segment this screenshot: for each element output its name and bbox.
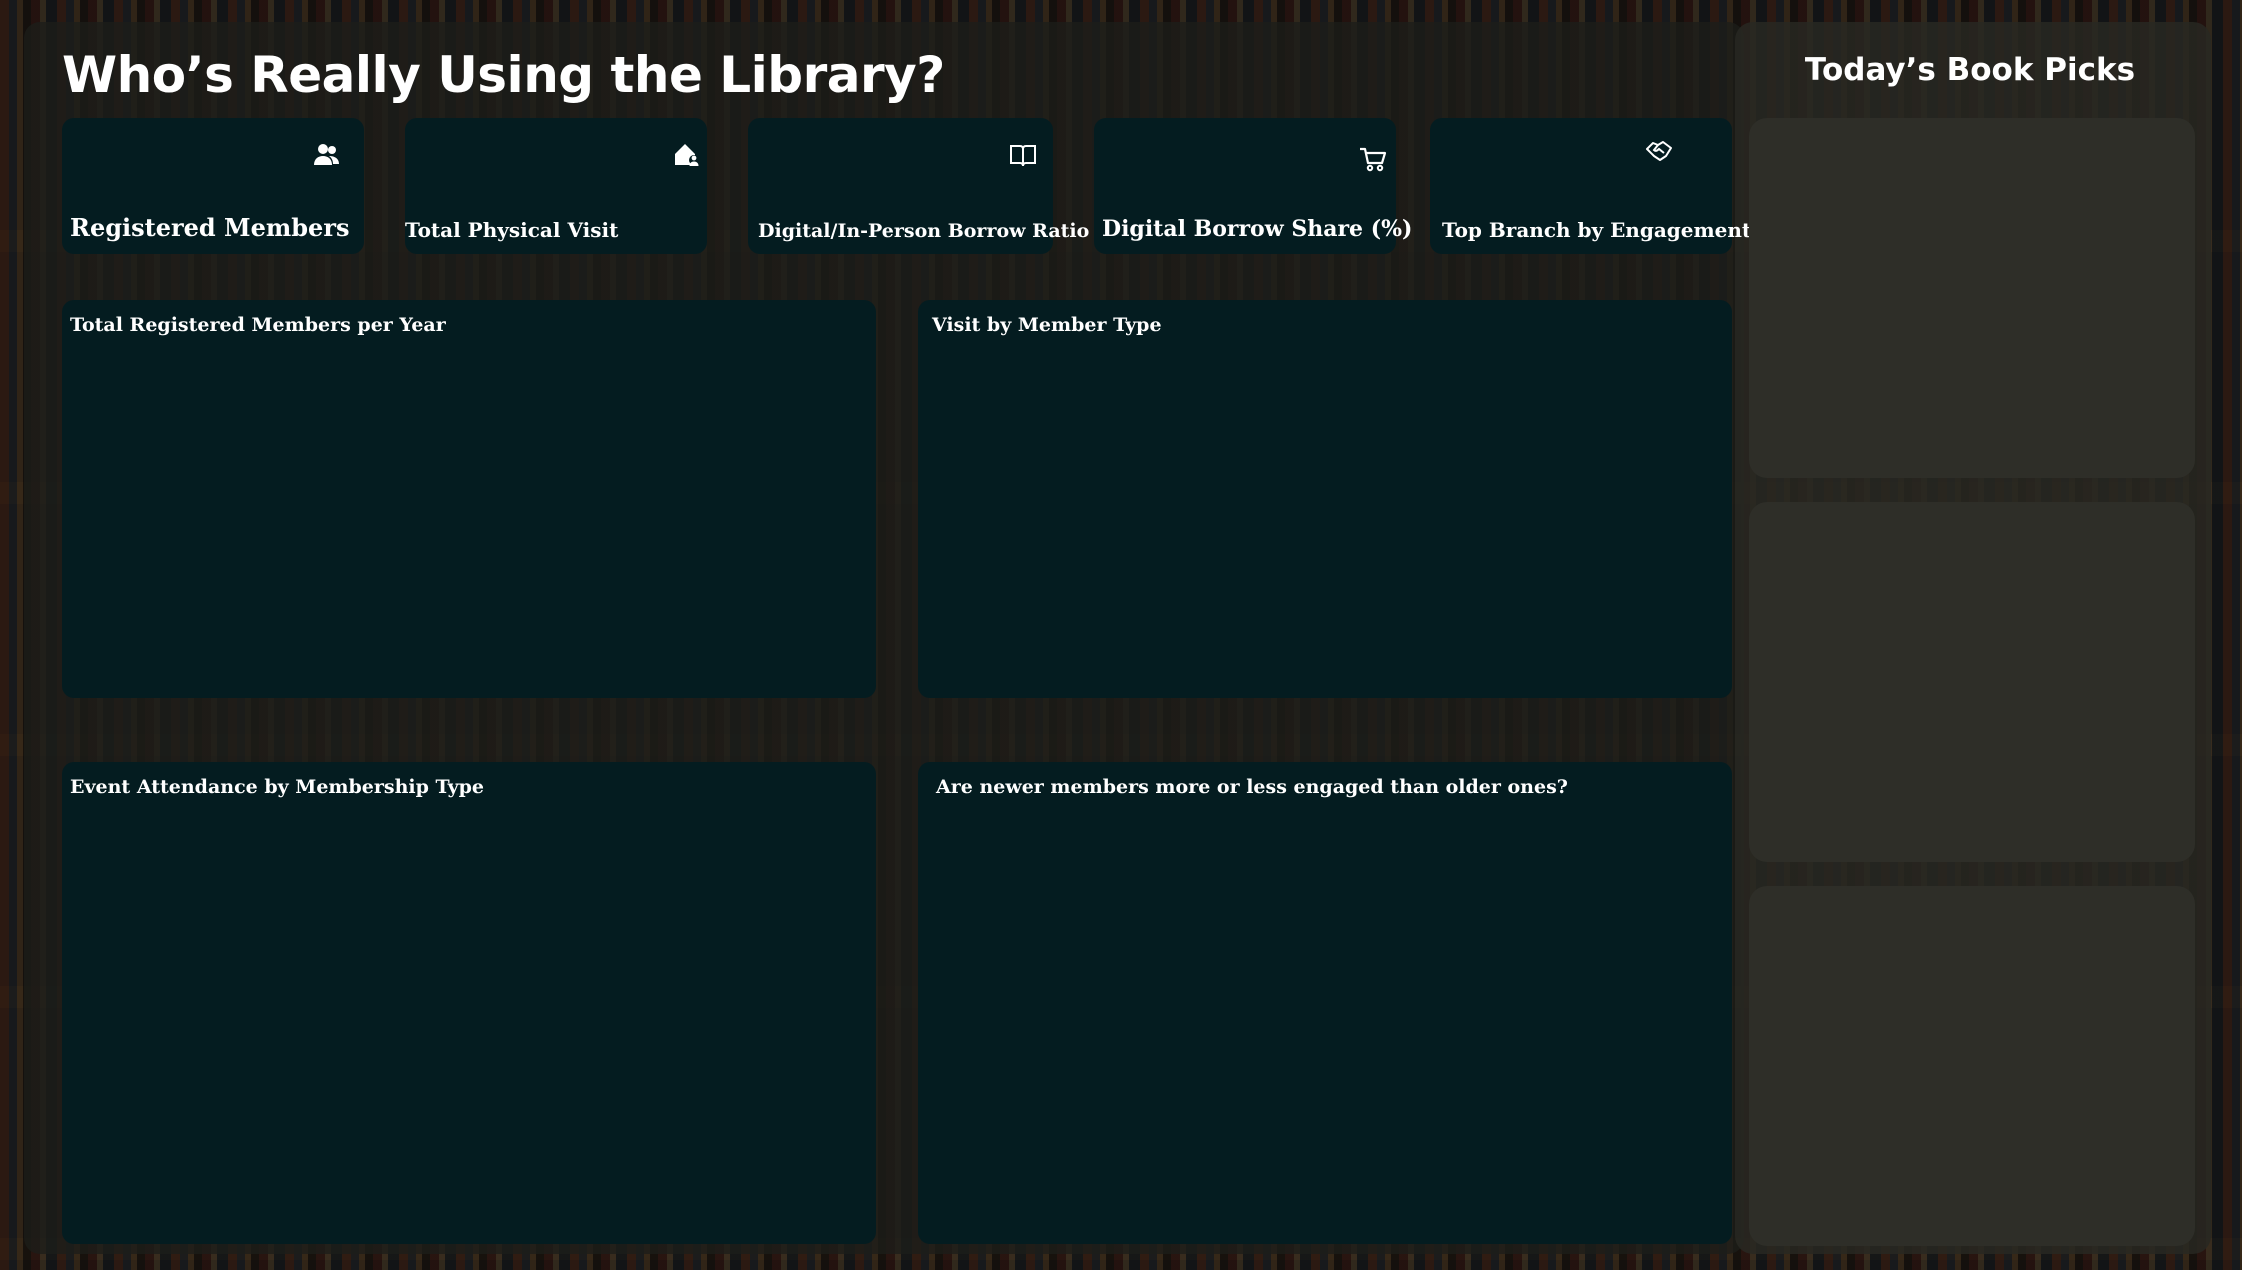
kpi-label: Total Physical Visit bbox=[405, 218, 619, 242]
kpi-card-total-physical-visit[interactable]: Total Physical Visit bbox=[405, 118, 707, 254]
kpi-card-digital-borrow-share[interactable]: Digital Borrow Share (%) bbox=[1094, 118, 1412, 254]
kpi-card-borrow-ratio[interactable]: Digital/In-Person Borrow Ratio bbox=[748, 118, 1089, 254]
book-picks-title: Today’s Book Picks bbox=[1804, 52, 2136, 88]
house-user-icon bbox=[670, 138, 704, 172]
handshake-icon bbox=[1642, 134, 1676, 168]
book-pick-card[interactable] bbox=[1749, 886, 2195, 1246]
book-pick-card[interactable] bbox=[1749, 502, 2195, 862]
book-pick-card[interactable] bbox=[1749, 118, 2195, 478]
kpi-label: Digital Borrow Share (%) bbox=[1102, 216, 1413, 242]
kpi-label: Registered Members bbox=[70, 213, 350, 242]
kpi-card-top-branch[interactable]: Top Branch by Engagement bbox=[1430, 118, 1751, 254]
chart-title: Visit by Member Type bbox=[932, 314, 1162, 336]
kpi-card-registered-members[interactable]: Registered Members bbox=[62, 118, 364, 254]
open-book-icon bbox=[1006, 138, 1040, 172]
kpi-label: Top Branch by Engagement bbox=[1442, 218, 1752, 242]
users-icon bbox=[310, 138, 344, 172]
chart-title: Event Attendance by Membership Type bbox=[70, 776, 485, 798]
kpi-label: Digital/In-Person Borrow Ratio bbox=[758, 220, 1090, 242]
chart-engagement-newer-older[interactable]: Are newer members more or less engaged t… bbox=[918, 762, 1732, 1244]
cart-icon bbox=[1356, 142, 1390, 176]
chart-event-attendance[interactable]: Event Attendance by Membership Type bbox=[62, 762, 876, 1244]
chart-title: Total Registered Members per Year bbox=[70, 314, 446, 336]
chart-visit-by-member-type[interactable]: Visit by Member Type bbox=[918, 300, 1732, 698]
chart-title: Are newer members more or less engaged t… bbox=[936, 776, 1568, 798]
page-title: Who’s Really Using the Library? bbox=[62, 46, 945, 104]
chart-members-per-year[interactable]: Total Registered Members per Year bbox=[62, 300, 876, 698]
